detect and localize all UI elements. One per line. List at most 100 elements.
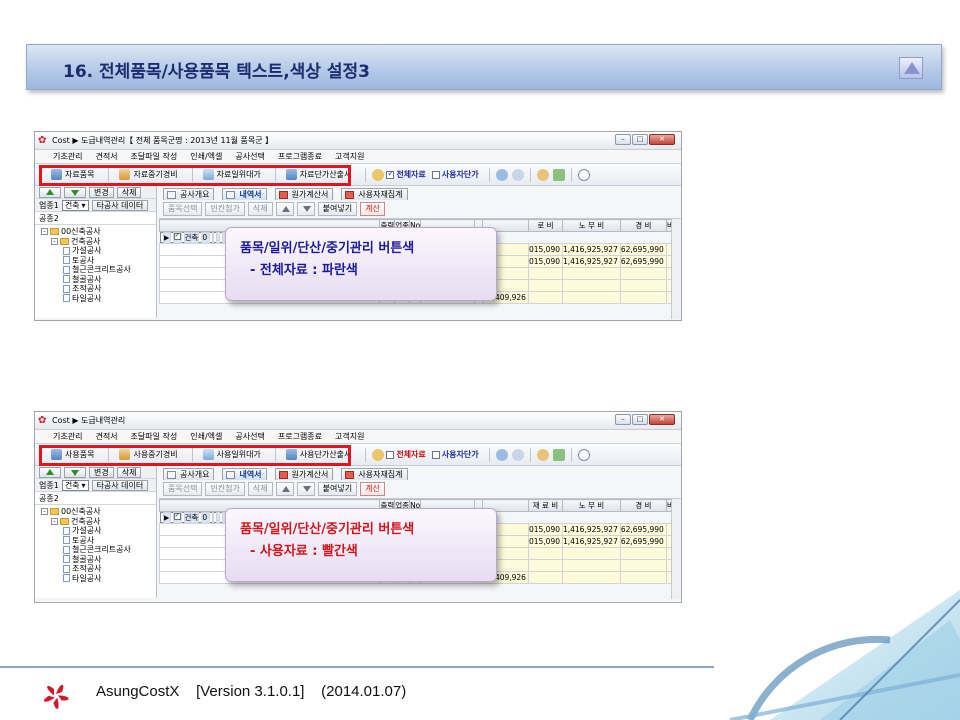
menu-item[interactable]: 인쇄/엑셀	[190, 431, 222, 442]
tab-1[interactable]: 내역서	[222, 468, 267, 480]
tree-expand-icon[interactable]: -	[41, 228, 48, 236]
tools-icon[interactable]	[536, 168, 549, 181]
menu-item[interactable]: 조달파일 작성	[131, 151, 178, 162]
tree-node[interactable]: 토공사	[41, 536, 156, 546]
print-checkbox[interactable]	[172, 511, 182, 524]
tab-3[interactable]: 사용자재집계	[341, 468, 408, 480]
tree-node[interactable]: 철골공사	[41, 275, 156, 285]
tree-node[interactable]: 토공사	[41, 256, 156, 266]
tab-1[interactable]: 내역서	[222, 188, 267, 200]
all-data-checkbox[interactable]: 전체자료	[386, 169, 426, 180]
tools-icon[interactable]	[536, 448, 549, 461]
menu-item[interactable]: 공사선택	[235, 431, 264, 442]
select-item-button[interactable]: 품목선택	[163, 482, 203, 496]
delete-row-button[interactable]: 삭제	[247, 482, 273, 496]
star-icon[interactable]	[511, 448, 524, 461]
minimize-icon[interactable]: –	[615, 134, 631, 145]
star-icon[interactable]	[511, 168, 524, 181]
header-material[interactable]: 재 료 비	[527, 499, 563, 512]
tree-node[interactable]: - 건축공사	[41, 237, 156, 247]
insert-blank-button[interactable]: 빈칸첨가	[205, 482, 245, 496]
tree-node[interactable]: 타일공사	[41, 294, 156, 304]
tree-node[interactable]: 조적공사	[41, 564, 156, 574]
paste-button[interactable]: 붙여넣기	[317, 482, 358, 496]
tab-0[interactable]: 공사개요	[163, 188, 215, 200]
close-icon[interactable]: ✕	[649, 414, 675, 425]
paste-button[interactable]: 붙여넣기	[317, 202, 358, 216]
other-work-data-button[interactable]: 타공사 데이터	[91, 199, 149, 211]
add-sheet-icon[interactable]	[552, 168, 565, 181]
select-item-button[interactable]: 품목선택	[163, 202, 203, 216]
change-button[interactable]: 변경	[89, 186, 114, 198]
tree-expand-icon[interactable]: -	[41, 508, 48, 516]
delete-button[interactable]: 삭제	[116, 466, 142, 478]
search-icon[interactable]	[495, 448, 508, 461]
close-icon[interactable]: ✕	[649, 134, 675, 145]
search-icon[interactable]	[495, 168, 508, 181]
header-material[interactable]: 로 비	[527, 219, 563, 232]
tab-2[interactable]: 원가계산서	[274, 468, 334, 480]
move-down-icon[interactable]	[64, 186, 86, 198]
menu-item[interactable]: 고객지원	[335, 431, 364, 442]
add-sheet-icon[interactable]	[552, 448, 565, 461]
delete-row-button[interactable]: 삭제	[247, 202, 273, 216]
menu-item[interactable]: 공사선택	[235, 151, 264, 162]
user-price-checkbox[interactable]: 사용자단가	[431, 449, 479, 460]
menu-item[interactable]: 기초관리	[53, 431, 82, 442]
calculate-button[interactable]: 계산	[360, 482, 385, 496]
tree-node[interactable]: 조적공사	[41, 284, 156, 294]
calculate-button[interactable]: 계산	[360, 202, 385, 216]
menu-item[interactable]: 견적서	[95, 151, 117, 162]
all-data-checkbox[interactable]: 전체자료	[386, 449, 426, 460]
plus-icon[interactable]	[577, 448, 590, 461]
menu-item[interactable]: 조달파일 작성	[131, 431, 178, 442]
print-checkbox[interactable]	[172, 231, 182, 244]
menu-item[interactable]: 프로그램종료	[278, 151, 322, 162]
user-price-checkbox[interactable]: 사용자단가	[431, 169, 479, 180]
collapse-triangle-icon[interactable]	[899, 57, 923, 79]
tree-node[interactable]: 가설공사	[41, 526, 156, 536]
trade-select[interactable]: 건축 ▾	[61, 199, 89, 211]
menu-item[interactable]: 프로그램종료	[278, 431, 322, 442]
vertical-scrollbar[interactable]	[671, 499, 681, 599]
delete-button[interactable]: 삭제	[116, 186, 142, 198]
tree-node[interactable]: 철골공사	[41, 555, 156, 565]
move-down-icon[interactable]	[296, 202, 315, 216]
menu-item[interactable]: 고객지원	[335, 151, 364, 162]
minimize-icon[interactable]: –	[615, 414, 631, 425]
menu-item[interactable]: 기초관리	[53, 151, 82, 162]
tree-node[interactable]: 가설공사	[41, 246, 156, 256]
move-up-icon[interactable]	[275, 482, 294, 496]
move-up-icon[interactable]	[39, 186, 61, 198]
tab-2[interactable]: 원가계산서	[274, 188, 334, 200]
tree-node[interactable]: - 00신축공사	[41, 227, 156, 237]
trade-select[interactable]: 건축 ▾	[61, 479, 89, 491]
menu-item[interactable]: 견적서	[95, 431, 117, 442]
header-labor[interactable]: 노 무 비	[561, 219, 621, 232]
tree-expand-icon[interactable]: -	[51, 517, 58, 525]
plus-icon[interactable]	[577, 168, 590, 181]
move-down-icon[interactable]	[64, 466, 86, 478]
menu-item[interactable]: 인쇄/엑셀	[190, 151, 222, 162]
insert-blank-button[interactable]: 빈칸첨가	[205, 202, 245, 216]
header-expense[interactable]: 경 비	[619, 499, 667, 512]
tree-expand-icon[interactable]: -	[51, 237, 58, 245]
move-down-icon[interactable]	[296, 482, 315, 496]
tree-node[interactable]: 타일공사	[41, 574, 156, 584]
header-labor[interactable]: 노 무 비	[561, 499, 621, 512]
other-work-data-button[interactable]: 타공사 데이터	[91, 479, 149, 491]
refresh-icon[interactable]	[372, 448, 385, 461]
refresh-icon[interactable]	[372, 168, 385, 181]
move-up-icon[interactable]	[39, 466, 61, 478]
tree-node[interactable]: - 00신축공사	[41, 507, 156, 517]
tab-3[interactable]: 사용자재집계	[341, 188, 408, 200]
vertical-scrollbar[interactable]	[671, 219, 681, 319]
maximize-icon[interactable]: □	[632, 414, 648, 425]
tree-node[interactable]: 철근콘크리트공사	[41, 265, 156, 275]
tab-0[interactable]: 공사개요	[163, 468, 215, 480]
tree-node[interactable]: - 건축공사	[41, 517, 156, 527]
maximize-icon[interactable]: □	[632, 134, 648, 145]
move-up-icon[interactable]	[275, 202, 294, 216]
tree-node[interactable]: 철근콘크리트공사	[41, 545, 156, 555]
change-button[interactable]: 변경	[89, 466, 114, 478]
